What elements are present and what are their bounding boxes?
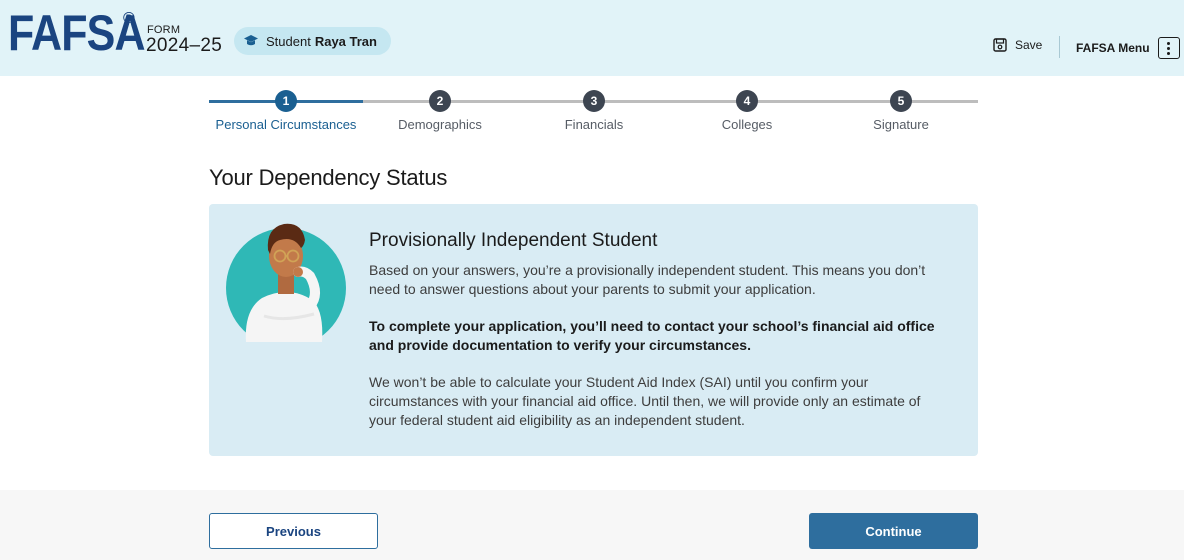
step-label: Signature [873, 117, 929, 132]
step-4: 4 Colleges [672, 90, 822, 132]
step-label: Personal Circumstances [215, 117, 357, 132]
step-number: 3 [583, 90, 605, 112]
floppy-disk-icon [993, 38, 1007, 52]
app-header: FAFSA ® FORM 2024–25 Student Raya Tran S… [0, 0, 1184, 76]
page-title: Your Dependency Status [209, 165, 448, 190]
step-label: Demographics [398, 117, 482, 132]
step-number: 2 [429, 90, 451, 112]
step-number: 1 [275, 90, 297, 112]
step-2: 2 Demographics [365, 90, 515, 132]
form-year: 2024–25 [146, 35, 223, 56]
footer-bar: Previous Continue [0, 490, 1184, 560]
registered-mark: ® [123, 10, 135, 27]
student-illustration [226, 223, 346, 342]
save-button[interactable]: Save [993, 38, 1042, 52]
step-label: Financials [564, 117, 624, 132]
card-paragraph-3: We won’t be able to calculate your Stude… [369, 374, 921, 428]
menu-label: FAFSA Menu [1076, 41, 1150, 55]
fafsa-menu-button[interactable]: FAFSA Menu [1076, 37, 1180, 59]
student-badge: Student Raya Tran [234, 27, 391, 55]
continue-button[interactable]: Continue [809, 513, 978, 549]
step-1: 1 Personal Circumstances [211, 90, 361, 132]
step-5: 5 Signature [826, 90, 976, 132]
step-number: 5 [890, 90, 912, 112]
header-divider [1059, 36, 1060, 58]
card-paragraph-2: To complete your application, you’ll nee… [369, 318, 935, 353]
kebab-menu-icon [1157, 37, 1180, 59]
graduation-cap-icon [244, 35, 258, 46]
card-content: Provisionally Independent Student Based … [369, 230, 949, 430]
step-3: 3 Financials [519, 90, 669, 132]
previous-button[interactable]: Previous [209, 513, 378, 549]
card-heading: Provisionally Independent Student [369, 230, 658, 251]
progress-stepper: 1 Personal Circumstances 2 Demographics … [209, 90, 978, 140]
student-prefix: Student [266, 33, 311, 49]
step-number: 4 [736, 90, 758, 112]
step-label: Colleges [721, 117, 773, 132]
save-label: Save [1015, 38, 1043, 52]
card-paragraph-1: Based on your answers, you’re a provisio… [369, 262, 926, 297]
student-name: Raya Tran [314, 33, 377, 49]
dependency-status-card: Provisionally Independent Student Based … [209, 204, 978, 456]
